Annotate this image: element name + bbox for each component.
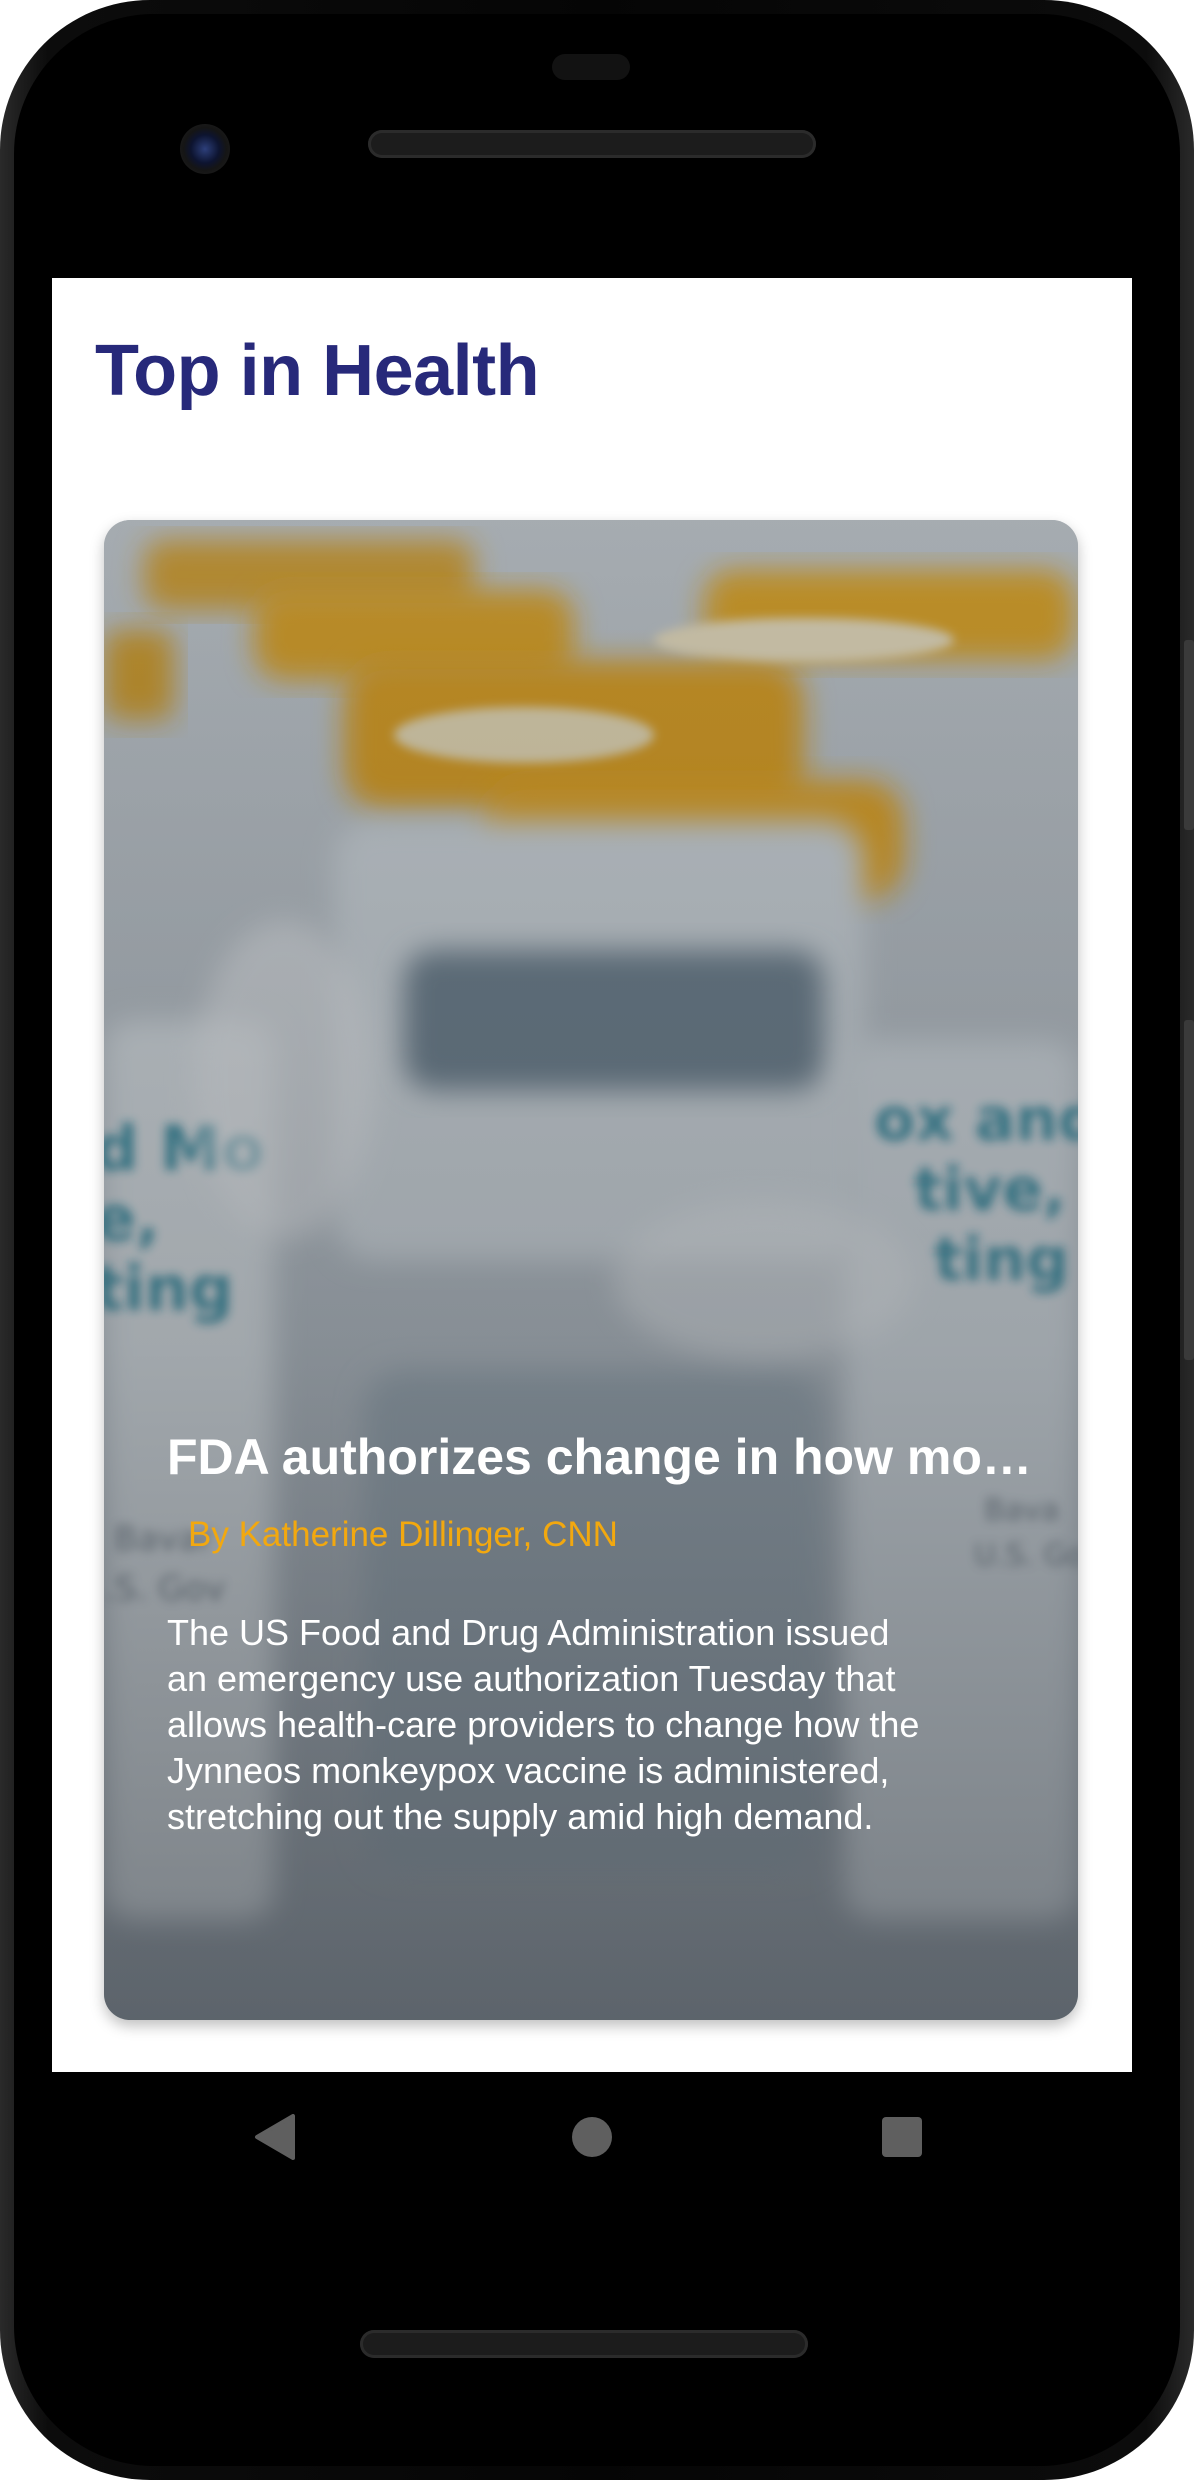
sensor-slot: [552, 54, 630, 80]
article-byline: By Katherine Dillinger, CNN: [188, 1515, 618, 1554]
bottom-speaker: [360, 2330, 808, 2358]
system-navigation-bar: [52, 2072, 1132, 2202]
article-headline[interactable]: FDA authorizes change in how mo…: [167, 1428, 1047, 1486]
recents-square-icon[interactable]: [867, 2102, 937, 2172]
power-button: [1184, 640, 1194, 830]
back-triangle-icon[interactable]: [240, 2102, 310, 2172]
front-camera: [180, 124, 230, 174]
home-circle-icon[interactable]: [557, 2102, 627, 2172]
phone-frame: Top in Health FDA authorizes change in h…: [0, 0, 1194, 2480]
volume-button: [1184, 1020, 1194, 1360]
page-title: Top in Health: [95, 331, 540, 411]
earpiece-speaker: [368, 130, 816, 158]
article-summary: The US Food and Drug Administration issu…: [167, 1612, 920, 1837]
app-screen: Top in Health FDA authorizes change in h…: [52, 278, 1132, 2072]
article-card[interactable]: d Mo e, ting ox and M tive, ting Bavar .…: [104, 520, 1078, 2020]
